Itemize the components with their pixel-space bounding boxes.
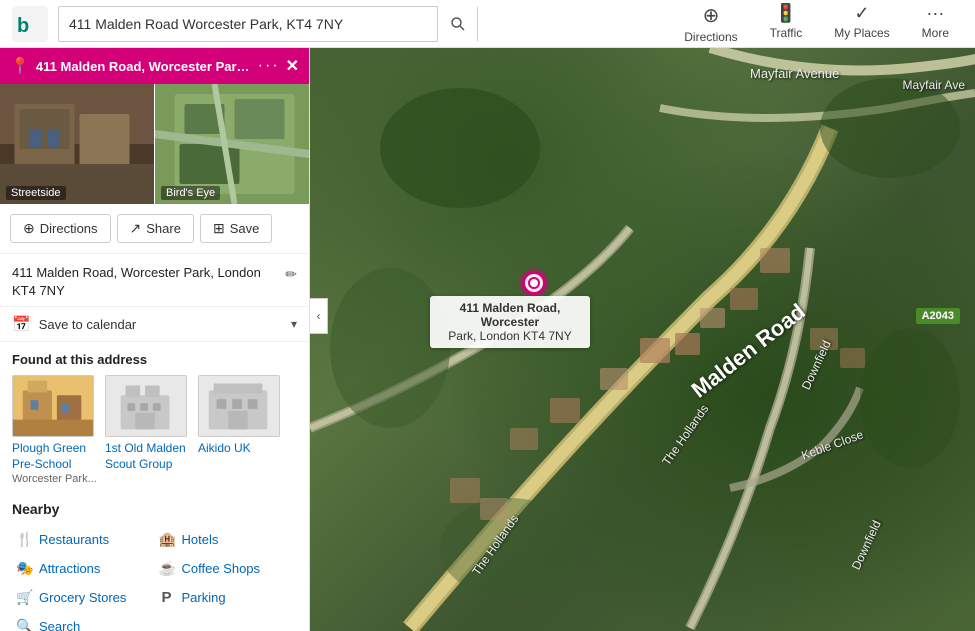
action-buttons: ⊕ Directions ↗ Share ⊞ Save	[0, 204, 309, 254]
share-btn-icon: ↗	[130, 220, 142, 237]
nearby-attractions[interactable]: 🎭 Attractions	[12, 554, 155, 583]
coffee-shops-label: Coffee Shops	[182, 561, 261, 576]
found-sub-1: Worcester Park...	[12, 473, 97, 485]
directions-action[interactable]: ⊕ Directions	[670, 0, 751, 48]
calendar-row[interactable]: 📅 Save to calendar ▾	[0, 307, 309, 342]
traffic-label: Traffic	[770, 26, 803, 40]
grocery-stores-icon: 🛒	[16, 589, 32, 606]
save-button[interactable]: ⊞ Save	[200, 214, 272, 243]
directions-label: Directions	[684, 30, 737, 44]
directions-button[interactable]: ⊕ Directions	[10, 214, 111, 243]
sidebar: 📍 411 Malden Road, Worcester Park, L... …	[0, 48, 310, 631]
topbar-actions: ⊕ Directions 🚦 Traffic ✓ My Places ··· M…	[670, 0, 963, 48]
grocery-stores-label: Grocery Stores	[39, 590, 126, 605]
my-places-icon: ✓	[854, 3, 869, 24]
traffic-action[interactable]: 🚦 Traffic	[756, 0, 817, 48]
edit-address-icon[interactable]: ✏	[285, 266, 297, 283]
nearby-parking[interactable]: P Parking	[155, 583, 298, 612]
found-thumb-1	[12, 375, 94, 437]
more-icon: ···	[926, 3, 944, 24]
search-label: Search	[39, 619, 80, 631]
found-item-1[interactable]: Plough Green Pre-School Worcester Park..…	[12, 375, 97, 484]
traffic-icon: 🚦	[775, 3, 797, 24]
nearby-hotels[interactable]: 🏨 Hotels	[155, 525, 298, 554]
search-icon: 🔍	[16, 618, 32, 631]
directions-btn-icon: ⊕	[23, 220, 35, 237]
coffee-shops-icon: ☕	[159, 560, 175, 577]
found-thumb-3	[198, 375, 280, 437]
location-header: 📍 411 Malden Road, Worcester Park, L... …	[0, 48, 309, 84]
save-btn-label: Save	[230, 221, 260, 236]
restaurants-icon: 🍴	[16, 531, 32, 548]
found-name-1: Plough Green Pre-School	[12, 441, 97, 472]
found-name-3: Aikido UK	[198, 441, 283, 457]
nearby-restaurants[interactable]: 🍴 Restaurants	[12, 525, 155, 554]
restaurants-label: Restaurants	[39, 532, 109, 547]
attractions-icon: 🎭	[16, 560, 32, 577]
save-btn-icon: ⊞	[213, 220, 225, 237]
birdseye-photo[interactable]: Bird's Eye	[155, 84, 309, 204]
location-close-button[interactable]: ✕	[286, 56, 299, 76]
share-button[interactable]: ↗ Share	[117, 214, 194, 243]
calendar-left: 📅 Save to calendar	[12, 315, 136, 333]
directions-icon: ⊕	[703, 3, 720, 28]
hotels-icon: 🏨	[159, 531, 175, 548]
my-places-label: My Places	[834, 26, 889, 40]
found-thumb-2	[105, 375, 187, 437]
found-section: Found at this address	[0, 342, 309, 490]
more-label: More	[922, 26, 949, 40]
calendar-label: Save to calendar	[39, 317, 137, 332]
topbar: b ⊕ Directions 🚦 Traffic ✓ My Places ···…	[0, 0, 975, 48]
map-area[interactable]: Malden Road Mayfair Avenue Mayfair Ave T…	[310, 48, 975, 631]
photos-section: Streetside Bird's Eye	[0, 84, 309, 204]
calendar-chevron-icon: ▾	[291, 317, 297, 331]
collapse-sidebar-button[interactable]: ‹	[310, 298, 328, 334]
search-input[interactable]	[59, 16, 437, 32]
parking-icon: P	[159, 589, 175, 606]
road-badge: A2043	[916, 308, 960, 324]
location-title: 411 Malden Road, Worcester Park, L...	[36, 59, 252, 74]
attractions-label: Attractions	[39, 561, 100, 576]
nearby-section: Nearby 🍴 Restaurants 🏨 Hotels 🎭 Attracti…	[0, 491, 309, 631]
location-more-button[interactable]: ···	[258, 57, 280, 75]
nearby-title: Nearby	[12, 501, 297, 517]
found-title: Found at this address	[12, 352, 297, 367]
bing-logo[interactable]: b	[12, 6, 48, 42]
nearby-grid: 🍴 Restaurants 🏨 Hotels 🎭 Attractions ☕ C…	[12, 525, 297, 631]
nearby-grocery-stores[interactable]: 🛒 Grocery Stores	[12, 583, 155, 612]
map-roads-svg	[310, 48, 975, 631]
found-item-3[interactable]: Aikido UK	[198, 375, 283, 484]
address-text: 411 Malden Road, Worcester Park, London …	[12, 264, 279, 300]
search-button[interactable]	[437, 6, 477, 42]
parking-label: Parking	[182, 590, 226, 605]
hotels-label: Hotels	[182, 532, 219, 547]
found-name-2: 1st Old Malden Scout Group	[105, 441, 190, 472]
streetside-photo[interactable]: Streetside	[0, 84, 154, 204]
address-section: 411 Malden Road, Worcester Park, London …	[0, 254, 309, 307]
share-btn-label: Share	[146, 221, 181, 236]
map-background: Malden Road Mayfair Avenue Mayfair Ave T…	[310, 48, 975, 631]
search-box	[58, 6, 478, 42]
nearby-search[interactable]: 🔍 Search	[12, 612, 155, 631]
directions-btn-label: Directions	[40, 221, 98, 236]
svg-text:b: b	[17, 15, 29, 37]
location-map-pin[interactable]	[522, 271, 546, 295]
birdseye-label: Bird's Eye	[161, 186, 220, 200]
found-item-2[interactable]: 1st Old Malden Scout Group	[105, 375, 190, 484]
found-items-list: Plough Green Pre-School Worcester Park..…	[12, 375, 297, 484]
streetside-label: Streetside	[6, 186, 66, 200]
calendar-icon: 📅	[12, 315, 31, 333]
main-area: 📍 411 Malden Road, Worcester Park, L... …	[0, 48, 975, 631]
nearby-coffee-shops[interactable]: ☕ Coffee Shops	[155, 554, 298, 583]
location-pin-icon: 📍	[10, 56, 30, 76]
more-action[interactable]: ··· More	[908, 0, 963, 48]
my-places-action[interactable]: ✓ My Places	[820, 0, 903, 48]
